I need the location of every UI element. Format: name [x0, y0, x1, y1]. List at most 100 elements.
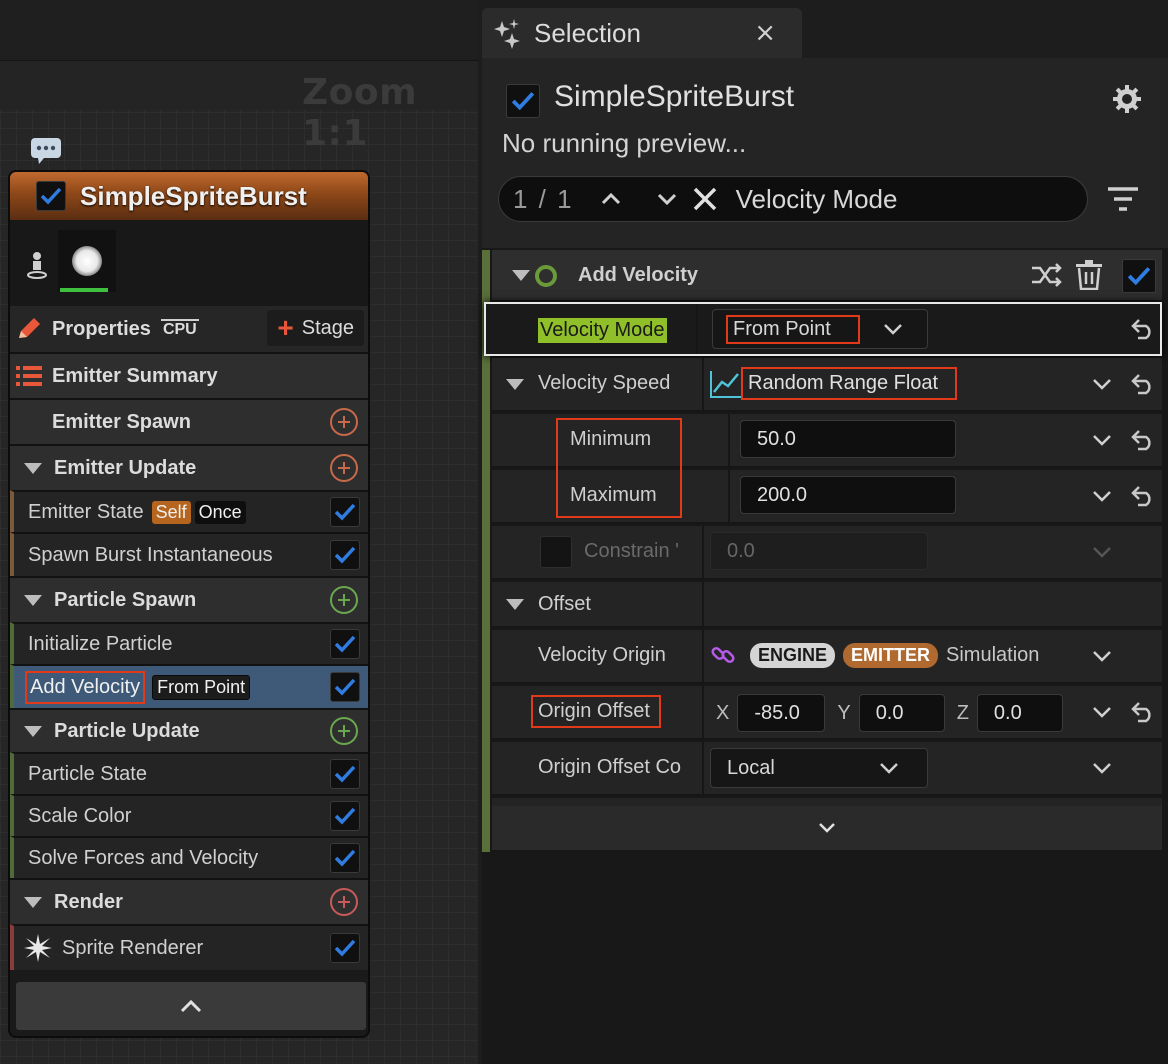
emitter-node-header[interactable]: SimpleSpriteBurst [10, 172, 368, 220]
property-velocity-speed[interactable]: Velocity Speed Random Range Float [492, 358, 1162, 412]
module-spawn-burst[interactable]: Spawn Burst Instantaneous [10, 532, 368, 576]
module-enabled-checkbox[interactable] [1122, 259, 1156, 293]
emitter-node[interactable]: SimpleSpriteBurst Properties CPU + Stage… [8, 170, 370, 1038]
column-splitter[interactable] [702, 686, 704, 738]
add-renderer-button[interactable] [330, 888, 358, 916]
checkmark-icon [334, 939, 356, 957]
section-particle-spawn[interactable]: Particle Spawn [10, 576, 368, 622]
column-splitter[interactable] [696, 304, 698, 354]
velocity-origin-value[interactable]: ENGINE EMITTER Simulation [710, 642, 1039, 668]
module-scale-color[interactable]: Scale Color [10, 794, 368, 836]
local-space-icon[interactable] [26, 250, 48, 280]
minimum-input[interactable]: 50.0 [740, 420, 956, 458]
property-velocity-origin[interactable]: Velocity Origin ENGINE EMITTER Simulatio… [492, 630, 1162, 684]
section-render[interactable]: Render [10, 878, 368, 924]
reset-to-default-icon[interactable] [1130, 373, 1156, 395]
chevron-down-icon[interactable] [1092, 490, 1112, 502]
column-splitter[interactable] [702, 582, 704, 626]
reset-to-default-icon[interactable] [1130, 701, 1156, 723]
chevron-down-icon [657, 193, 676, 206]
module-enabled-checkbox[interactable] [330, 629, 360, 659]
previous-result-button[interactable] [600, 192, 622, 206]
selection-tab[interactable]: Selection × [482, 8, 802, 58]
add-module-button[interactable] [330, 454, 358, 482]
module-particle-state[interactable]: Particle State [10, 752, 368, 794]
add-stage-button[interactable]: + Stage [267, 310, 364, 346]
collapse-node-button[interactable] [16, 982, 366, 1030]
module-initialize-particle[interactable]: Initialize Particle [10, 622, 368, 664]
collapse-arrow-icon[interactable] [24, 725, 42, 737]
chevron-down-icon[interactable] [1092, 762, 1112, 774]
badge-from-point: From Point [152, 674, 251, 700]
filter-icon[interactable] [1108, 186, 1138, 212]
coordinate-space-dropdown[interactable]: Local [710, 748, 928, 788]
module-enabled-checkbox[interactable] [330, 497, 360, 527]
collapse-arrow-icon[interactable] [24, 462, 42, 474]
velocity-mode-dropdown[interactable]: From Point [712, 309, 928, 349]
section-particle-update[interactable]: Particle Update [10, 708, 368, 752]
comment-icon[interactable] [30, 137, 62, 165]
close-tab-button[interactable]: × [754, 18, 776, 48]
module-emitter-state[interactable]: Emitter State Self Once [10, 490, 368, 532]
collapse-arrow-icon[interactable] [506, 379, 524, 390]
clear-search-button[interactable] [692, 186, 718, 212]
collapse-arrow-icon[interactable] [506, 599, 524, 610]
section-emitter-summary[interactable]: Emitter Summary [10, 352, 368, 398]
property-velocity-mode[interactable]: Velocity Mode From Point [484, 302, 1162, 356]
next-result-button[interactable] [656, 192, 678, 206]
add-module-button[interactable] [330, 408, 358, 436]
module-enabled-checkbox[interactable] [330, 801, 360, 831]
column-splitter[interactable] [702, 526, 704, 578]
collapse-arrow-icon[interactable] [24, 896, 42, 908]
velocity-speed-value[interactable]: Random Range Float [740, 367, 958, 400]
chevron-down-icon[interactable] [1092, 378, 1112, 390]
chevron-down-icon[interactable] [1092, 434, 1112, 446]
module-enabled-checkbox[interactable] [330, 933, 360, 963]
trash-icon[interactable] [1076, 260, 1102, 290]
checkmark-icon [334, 546, 356, 564]
emitter-thumbnail[interactable] [58, 230, 116, 292]
column-splitter[interactable] [728, 470, 730, 522]
module-sprite-renderer[interactable]: Sprite Renderer [10, 924, 368, 970]
selected-emitter-name: SimpleSpriteBurst [554, 80, 795, 113]
column-splitter[interactable] [702, 358, 704, 410]
maximum-input[interactable]: 200.0 [740, 476, 956, 514]
gear-icon[interactable] [1112, 84, 1142, 114]
section-offset[interactable]: Offset [492, 582, 1162, 628]
collapse-arrow-icon[interactable] [24, 594, 42, 606]
reset-to-default-icon[interactable] [1130, 318, 1156, 340]
expand-advanced-button[interactable] [492, 806, 1162, 852]
column-splitter[interactable] [728, 414, 730, 466]
origin-offset-y-input[interactable]: 0.0 [858, 694, 945, 732]
emitter-enabled-checkbox[interactable] [36, 181, 66, 211]
module-enabled-checkbox[interactable] [330, 540, 360, 570]
add-module-button[interactable] [330, 717, 358, 745]
collapse-arrow-icon[interactable] [512, 270, 530, 281]
emitter-enabled-checkbox[interactable] [506, 84, 540, 118]
section-emitter-update[interactable]: Emitter Update [10, 444, 368, 490]
reset-to-default-icon[interactable] [1130, 485, 1156, 507]
chevron-down-icon[interactable] [1092, 706, 1112, 718]
dynamic-input-icon[interactable] [710, 370, 742, 398]
origin-offset-z-input[interactable]: 0.0 [976, 694, 1063, 732]
search-bar[interactable]: 1 / 1 Velocity Mode [498, 176, 1088, 222]
property-origin-offset[interactable]: Origin Offset X -85.0 Y 0.0 Z 0.0 [492, 686, 1162, 740]
properties-row[interactable]: Properties CPU + Stage [10, 306, 368, 352]
module-solve-forces[interactable]: Solve Forces and Velocity [10, 836, 368, 878]
module-enabled-checkbox[interactable] [330, 672, 360, 702]
column-splitter[interactable] [702, 742, 704, 794]
module-enabled-checkbox[interactable] [330, 759, 360, 789]
origin-offset-x-input[interactable]: -85.0 [737, 694, 826, 732]
module-enabled-checkbox[interactable] [330, 843, 360, 873]
section-emitter-spawn[interactable]: Emitter Spawn [10, 398, 368, 444]
column-splitter[interactable] [702, 630, 704, 682]
chevron-down-icon[interactable] [1092, 650, 1112, 662]
property-origin-offset-coordinate-space[interactable]: Origin Offset Co Local [492, 742, 1162, 796]
module-add-velocity[interactable]: Add Velocity From Point [10, 664, 368, 708]
reset-to-default-icon[interactable] [1130, 429, 1156, 451]
add-module-button[interactable] [330, 586, 358, 614]
shuffle-icon[interactable] [1032, 262, 1062, 288]
graph-canvas[interactable]: Zoom 1:1 SimpleSpriteBurst Properties CP… [0, 0, 478, 1064]
search-input[interactable]: Velocity Mode [736, 184, 898, 215]
module-header-add-velocity[interactable]: Add Velocity [492, 250, 1162, 302]
